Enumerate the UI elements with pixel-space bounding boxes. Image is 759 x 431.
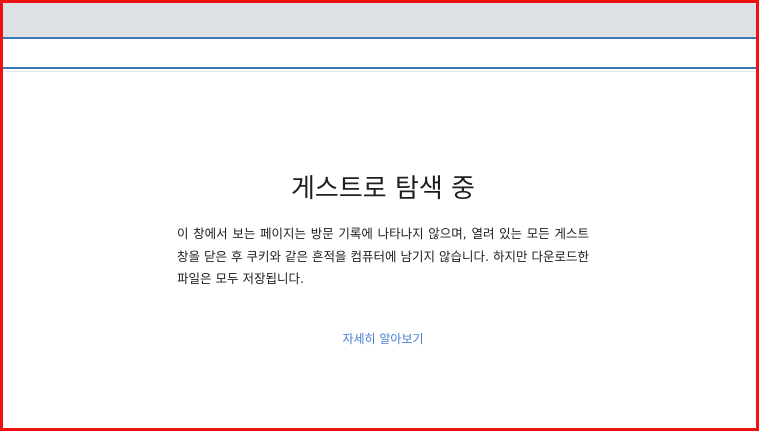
learn-more-link[interactable]: 자세히 알아보기 bbox=[177, 331, 589, 347]
page-title: 게스트로 탐색 중 bbox=[291, 174, 475, 204]
guest-description: 이 창에서 보는 페이지는 방문 기록에 나타나지 않으며, 열려 있는 모든 … bbox=[177, 226, 589, 286]
toolbar bbox=[3, 37, 756, 69]
browser-window: 게스트로 탐색 중 이 창에서 보는 페이지는 방문 기록에 나타나지 않으며,… bbox=[0, 0, 759, 431]
toolbar-divider bbox=[3, 71, 756, 72]
guest-mode-panel: 게스트로 탐색 중 이 창에서 보는 페이지는 방문 기록에 나타나지 않으며,… bbox=[177, 173, 589, 347]
tab-strip[interactable] bbox=[3, 3, 756, 37]
address-bar-input[interactable] bbox=[3, 39, 756, 67]
